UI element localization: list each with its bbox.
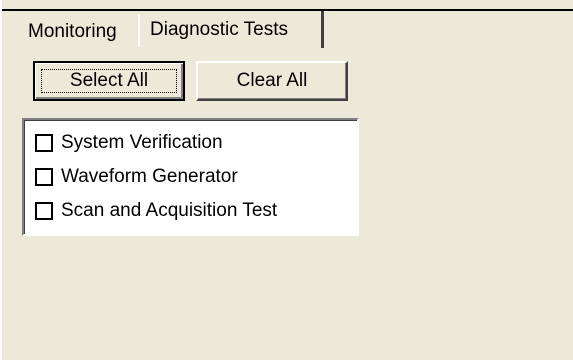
list-item-label: System Verification bbox=[61, 132, 223, 153]
clear-all-label: Clear All bbox=[236, 70, 308, 91]
list-item-waveform-generator[interactable]: Waveform Generator bbox=[35, 164, 238, 190]
tab-diagnostic-tests[interactable]: Diagnostic Tests bbox=[138, 11, 324, 48]
checkbox[interactable] bbox=[35, 202, 53, 220]
list-item-label: Scan and Acquisition Test bbox=[61, 200, 278, 221]
clear-all-button[interactable]: Clear All bbox=[196, 61, 348, 101]
list-item-system-verification[interactable]: System Verification bbox=[35, 130, 223, 156]
tab-diagnostic-tests-label: Diagnostic Tests bbox=[150, 18, 288, 40]
tests-checklist[interactable]: System Verification Waveform Generator S… bbox=[22, 118, 359, 236]
list-item-scan-and-acquisition-test[interactable]: Scan and Acquisition Test bbox=[35, 198, 277, 224]
tab-monitoring-label: Monitoring bbox=[28, 21, 117, 42]
diagnostic-tests-panel: Monitoring Diagnostic Tests Select All C… bbox=[0, 0, 573, 360]
checkbox[interactable] bbox=[35, 168, 53, 186]
list-item-label: Waveform Generator bbox=[61, 166, 238, 187]
checkbox[interactable] bbox=[35, 134, 53, 152]
select-all-button[interactable]: Select All bbox=[33, 61, 185, 101]
tab-monitoring[interactable]: Monitoring bbox=[12, 15, 137, 49]
select-all-label: Select All bbox=[69, 70, 149, 91]
